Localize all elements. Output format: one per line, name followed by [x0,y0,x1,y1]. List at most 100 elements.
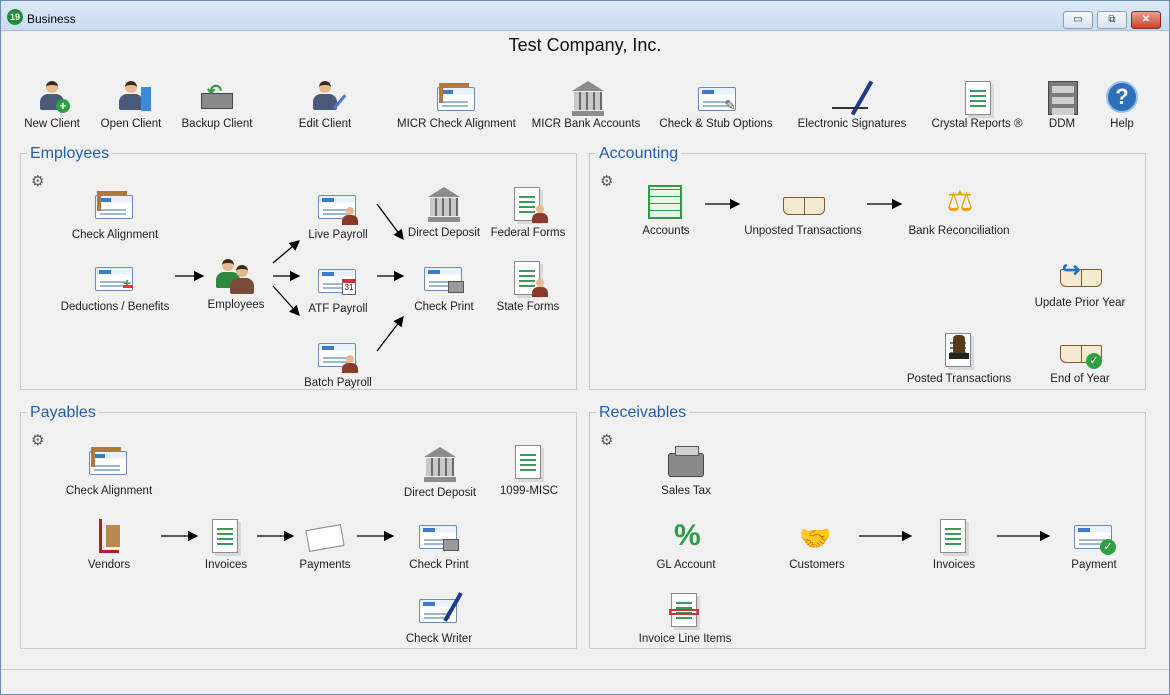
federal-forms-label: Federal Forms [490,227,566,239]
micr-check-alignment-button[interactable]: MICR Check Alignment [397,79,516,130]
atf-payroll[interactable]: 31 ATF Payroll [278,261,398,315]
open-book-icon [781,183,825,223]
invoice-icon [204,517,248,557]
invoice-line-items[interactable]: Invoice Line Items [625,591,745,645]
vendors-label: Vendors [87,559,131,571]
check-writer-icon [417,591,463,631]
stamp-icon [937,331,981,371]
gl-account-label: GL Account [656,559,716,571]
check-options-icon: ✎ [696,79,736,115]
help-icon: ? [1102,79,1142,115]
gl-account[interactable]: % GL Account [626,517,746,571]
accounts[interactable]: Accounts [606,183,726,237]
unposted-transactions-label: Unposted Transactions [744,225,862,237]
backup-client-icon: ↶ [197,79,237,115]
update-prior-year[interactable]: ↪ Update Prior Year [1020,255,1140,309]
ddm-button[interactable]: DDM [1041,79,1083,130]
federal-forms-icon [506,185,550,225]
employees-settings-icon[interactable]: ⚙ [31,172,44,190]
employees-check-alignment[interactable]: Check Alignment [55,187,175,241]
tax-form-icon [507,443,551,483]
closed-book-icon: ✓ [1058,331,1102,371]
payables-settings-icon[interactable]: ⚙ [31,431,44,449]
cash-register-icon [664,443,708,483]
check-stub-options-button[interactable]: ✎ Check & Stub Options [659,79,773,130]
backup-client-label: Backup Client [181,118,253,130]
payments[interactable]: Payments [265,517,385,571]
electronic-signatures-button[interactable]: Electronic Signatures [797,79,907,130]
sales-tax[interactable]: Sales Tax [626,443,746,497]
restore-button[interactable]: ⧉ [1097,11,1127,29]
state-forms-label: State Forms [496,301,560,313]
envelope-icon [303,517,347,557]
electronic-signatures-label: Electronic Signatures [797,118,907,130]
micr-bank-accounts-button[interactable]: MICR Bank Accounts [529,79,643,130]
check-print-icon [417,517,461,557]
accounting-title: Accounting [596,145,682,163]
signature-pen-icon [832,79,874,116]
status-bar [1,669,1169,694]
title-bar[interactable]: 19 Business ▭ ⧉ ✕ [1,1,1169,31]
unposted-transactions[interactable]: Unposted Transactions [743,183,863,237]
deductions-icon: + [93,259,137,299]
end-of-year-label: End of Year [1050,373,1110,385]
new-client-button[interactable]: + New Client [19,79,85,130]
receivables-title: Receivables [596,404,690,422]
edit-client-button[interactable]: Edit Client [295,79,355,130]
live-payroll[interactable]: Live Payroll [278,187,398,241]
live-payroll-label: Live Payroll [308,229,368,241]
employees-check-alignment-label: Check Alignment [71,229,159,241]
payables-check-alignment[interactable]: Check Alignment [49,443,169,497]
new-client-icon: + [32,79,72,115]
posted-transactions-label: Posted Transactions [906,373,1012,385]
backup-client-button[interactable]: ↶ Backup Client [179,79,255,130]
close-button[interactable]: ✕ [1131,11,1161,29]
batch-payroll[interactable]: Batch Payroll [278,335,398,389]
direct-deposit-icon [422,185,466,225]
line-items-icon [663,591,707,631]
micr-check-alignment-label: MICR Check Alignment [397,118,516,130]
help-button[interactable]: ? Help [1101,79,1143,130]
update-book-icon: ↪ [1058,255,1102,295]
micr-check-alignment-icon [435,79,475,115]
open-client-button[interactable]: Open Client [97,79,165,130]
form-1099-misc-label: 1099-MISC [499,485,559,497]
minimize-button[interactable]: ▭ [1063,11,1093,29]
percent-icon: % [674,519,701,552]
form-1099-misc[interactable]: 1099-MISC [469,443,589,497]
payments-label: Payments [299,559,351,571]
payment[interactable]: ✓ Payment [1034,517,1154,571]
scale-icon: ⚖ [946,185,974,218]
receivables-settings-icon[interactable]: ⚙ [600,431,613,449]
receivables-invoices[interactable]: Invoices [894,517,1014,571]
check-writer[interactable]: Check Writer [379,591,499,645]
employees-icon [214,257,258,297]
direct-deposit-icon [418,445,462,485]
crystal-reports-label: Crystal Reports ® [931,118,1023,130]
crystal-reports-button[interactable]: Crystal Reports ® [929,79,1025,130]
payment-label: Payment [1071,559,1117,571]
deductions-benefits[interactable]: + Deductions / Benefits [55,259,175,313]
window-title: Business [27,12,76,26]
customers[interactable]: 🤝 Customers [757,517,877,571]
open-client-icon [111,79,151,115]
state-forms[interactable]: State Forms [468,259,588,313]
federal-forms[interactable]: Federal Forms [468,185,588,239]
customers-label: Customers [789,559,845,571]
bank-reconciliation[interactable]: ⚖ Bank Reconciliation [899,183,1019,237]
update-prior-year-label: Update Prior Year [1034,297,1126,309]
company-title: Test Company, Inc. [508,35,662,55]
deductions-benefits-label: Deductions / Benefits [60,301,170,313]
check-print-icon [422,259,466,299]
end-of-year[interactable]: ✓ End of Year [1020,331,1140,385]
vendors[interactable]: Vendors [49,517,169,571]
posted-transactions[interactable]: Posted Transactions [899,331,1019,385]
payables-check-alignment-label: Check Alignment [65,485,153,497]
payables-check-print[interactable]: Check Print [379,517,499,571]
main-window: 19 Business ▭ ⧉ ✕ Test Company, Inc. + N… [0,0,1170,695]
handshake-icon: 🤝 [799,523,832,553]
batch-payroll-icon [316,335,360,375]
invoice-icon [932,517,976,557]
new-client-label: New Client [24,118,80,130]
open-client-label: Open Client [100,118,162,130]
